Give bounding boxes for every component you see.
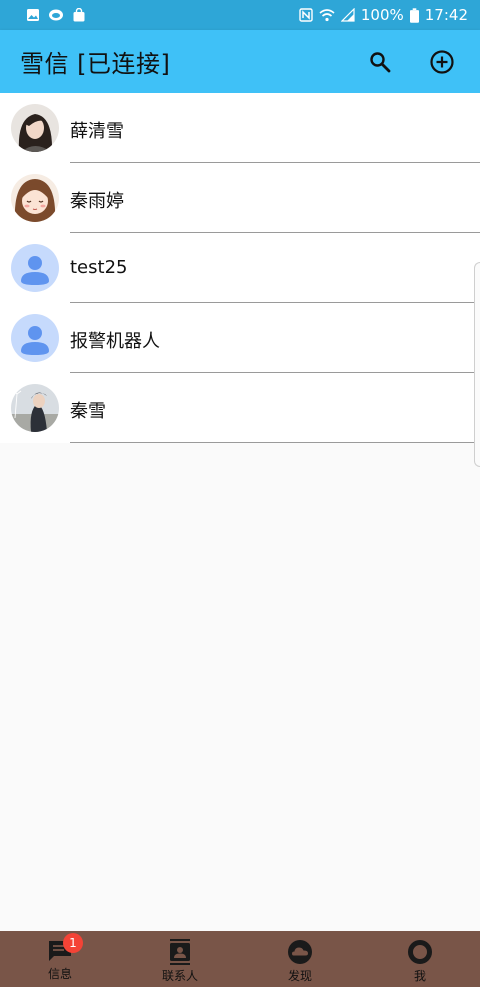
avatar [11, 384, 59, 432]
contact-name: 薛清雪 [70, 121, 124, 142]
avatar [11, 104, 59, 152]
signal-icon [340, 8, 355, 22]
wifi-icon [319, 9, 335, 22]
add-button[interactable] [418, 38, 466, 86]
contact-row[interactable]: 秦雪 [0, 373, 480, 443]
contact-row[interactable]: test25 [0, 233, 480, 303]
contact-name: 秦雨婷 [70, 191, 124, 212]
tab-contacts[interactable]: 联系人 [120, 931, 240, 987]
contacts-icon [170, 939, 190, 965]
search-button[interactable] [356, 38, 404, 86]
tab-me[interactable]: 我 [360, 931, 480, 987]
image-icon [27, 9, 39, 21]
tab-messages[interactable]: 1 信息 [0, 931, 120, 987]
app-bar: 雪信 [已连接] [0, 30, 480, 93]
search-icon [370, 51, 391, 72]
bag-icon [73, 8, 85, 22]
nfc-icon [299, 8, 313, 22]
contact-name: 报警机器人 [70, 331, 160, 352]
scroll-handle[interactable] [474, 262, 480, 467]
avatar [11, 244, 59, 292]
cloud-icon [288, 940, 312, 964]
tab-label: 发现 [287, 969, 312, 983]
tab-label: 联系人 [161, 969, 198, 983]
contact-list: 薛清雪 秦雨婷 test25 报警机器人 秦雪 [0, 93, 480, 443]
unread-badge: 1 [63, 933, 83, 953]
contact-name: test25 [70, 257, 128, 278]
contact-row[interactable]: 秦雨婷 [0, 163, 480, 233]
avatar [11, 314, 59, 362]
person-icon [11, 314, 59, 362]
tab-discover[interactable]: 发现 [240, 931, 360, 987]
profile-ring-icon [408, 940, 432, 964]
page-title: 雪信 [已连接] [20, 50, 171, 78]
contact-row[interactable]: 报警机器人 [0, 303, 480, 373]
bottom-nav: 1 信息 联系人 发现 我 [0, 931, 480, 987]
person-icon [11, 244, 59, 292]
tab-label: 信息 [47, 967, 72, 981]
contact-name: 秦雪 [70, 401, 106, 422]
tab-label: 我 [413, 969, 426, 983]
avatar [11, 174, 59, 222]
battery-percent: 100% [360, 6, 404, 24]
battery-icon [409, 7, 419, 23]
weather-icon [49, 9, 63, 21]
clock: 17:42 [424, 6, 468, 24]
add-circle-icon [430, 49, 454, 74]
divider [70, 441, 480, 443]
contact-row[interactable]: 薛清雪 [0, 93, 480, 163]
status-bar: 100% 17:42 [0, 0, 480, 30]
